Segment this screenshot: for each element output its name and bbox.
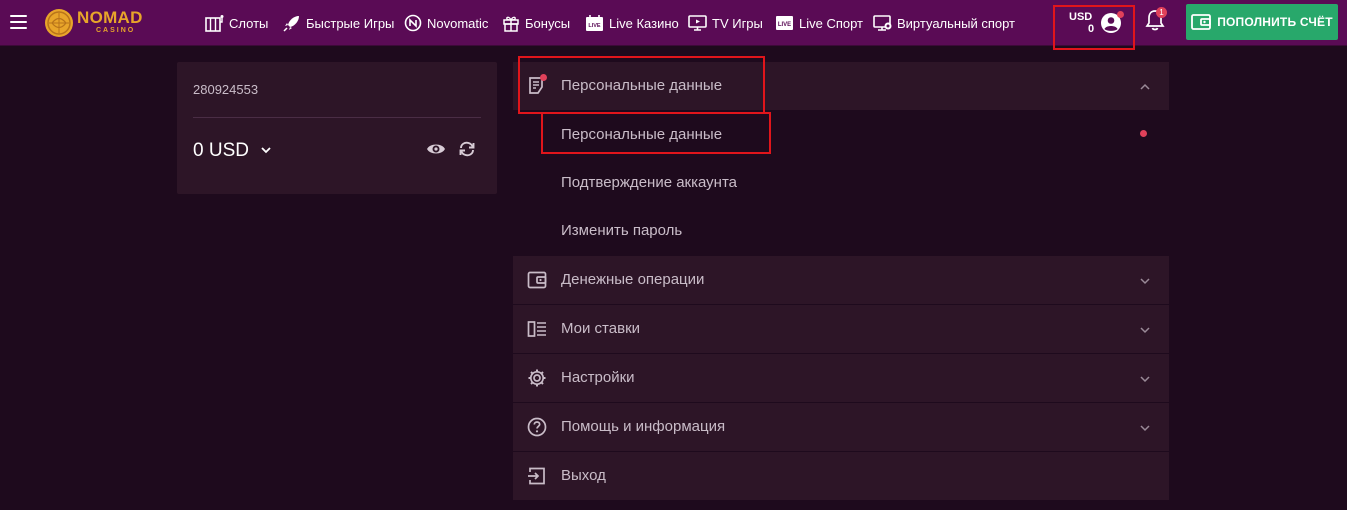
personal-data-alert-dot [540,74,547,81]
nav-label-live-sport: Live Спорт [799,15,864,31]
menu-section-label: Мои ставки [561,320,641,337]
chevron-up-icon [1140,83,1150,90]
chevron-down-icon [1140,327,1150,334]
help-icon [527,417,547,437]
header-balance-account[interactable]: USD 0 [1053,5,1135,50]
nav-label-slots: Слоты [229,15,269,31]
nav-item-live-casino[interactable]: LIVE Live Казино [585,13,679,33]
menu-section-personal-data[interactable]: Персональные данные [513,62,1169,110]
logo-subtext: CASINO [96,27,136,34]
bets-list-icon [527,321,546,337]
chevron-down-icon [1140,278,1150,285]
nav-label-live-casino: Live Казино [609,15,679,31]
logo-coin-icon [45,9,73,37]
menu-section-label: Настройки [561,369,635,386]
nav-item-slots[interactable]: Слоты [205,13,268,33]
account-summary-card: 280924553 0 USD [177,62,497,194]
nav-item-live-sport[interactable]: LIVE Live Спорт [775,13,863,33]
slots-icon [205,15,224,32]
logo-text: NOMAD [77,8,143,27]
svg-text:LIVE: LIVE [588,23,601,29]
nav-item-bonuses[interactable]: Бонусы [502,13,570,33]
submenu-personal-data[interactable]: Персональные данные [561,126,722,143]
chevron-down-icon[interactable] [260,144,272,156]
menu-section-label: Помощь и информация [561,418,726,435]
hamburger-menu-icon[interactable] [10,15,27,29]
account-notification-dot [1117,11,1124,18]
live-sport-icon: LIVE [776,16,793,30]
submenu-change-password[interactable]: Изменить пароль [561,222,682,239]
nav-item-virtual-sport[interactable]: Виртуальный спорт [873,13,1015,33]
chevron-down-icon [1140,425,1150,432]
menu-section-money-operations[interactable]: Денежные операции [513,256,1169,304]
svg-text:LIVE: LIVE [778,22,791,28]
nav-item-fast-games[interactable]: Быстрые Игры [283,13,394,33]
wallet-icon [527,271,547,289]
wallet-icon [1191,14,1212,30]
virtual-sport-icon [873,15,892,31]
menu-section-label: Персональные данные [561,77,723,94]
eye-icon[interactable] [426,141,446,157]
nav-item-tv-games[interactable]: TV Игры [688,13,763,33]
tv-icon [688,15,707,31]
gear-icon [528,369,546,387]
nav-label-novomatic: Novomatic [427,15,489,31]
active-item-dot [1140,130,1147,137]
menu-section-my-bets[interactable]: Мои ставки [513,305,1169,353]
nav-label-bonuses: Бонусы [525,15,571,31]
account-id: 280924553 [193,82,259,97]
menu-section-settings[interactable]: Настройки [513,354,1169,402]
menu-section-label: Денежные операции [561,271,705,288]
balance-amount: 0 [1088,23,1095,35]
novomatic-icon [404,14,422,32]
menu-section-label: Выход [561,467,606,484]
logout-icon [528,467,545,485]
menu-logout[interactable]: Выход [513,452,1169,500]
notification-count-badge: 1 [1156,7,1167,18]
deposit-button-label: ПОПОЛНИТЬ СЧЁТ [1217,15,1333,29]
account-balance[interactable]: 0 USD [193,140,249,162]
gift-icon [503,16,519,32]
refresh-icon[interactable] [457,139,477,159]
nav-item-novomatic[interactable]: Novomatic [404,13,488,33]
nav-label-virtual-sport: Виртуальный спорт [897,15,1015,31]
deposit-button[interactable]: ПОПОЛНИТЬ СЧЁТ [1186,4,1338,40]
chevron-down-icon [1140,376,1150,383]
site-logo[interactable]: NOMAD CASINO [44,7,144,39]
account-card-divider [193,117,481,118]
balance-currency: USD [1069,11,1093,23]
menu-section-help[interactable]: Помощь и информация [513,403,1169,451]
rocket-icon [283,16,299,32]
nav-label-fast-games: Быстрые Игры [306,15,395,31]
live-casino-icon: LIVE [586,15,603,31]
submenu-account-verification[interactable]: Подтверждение аккаунта [561,174,737,191]
nav-label-tv-games: TV Игры [712,15,763,31]
